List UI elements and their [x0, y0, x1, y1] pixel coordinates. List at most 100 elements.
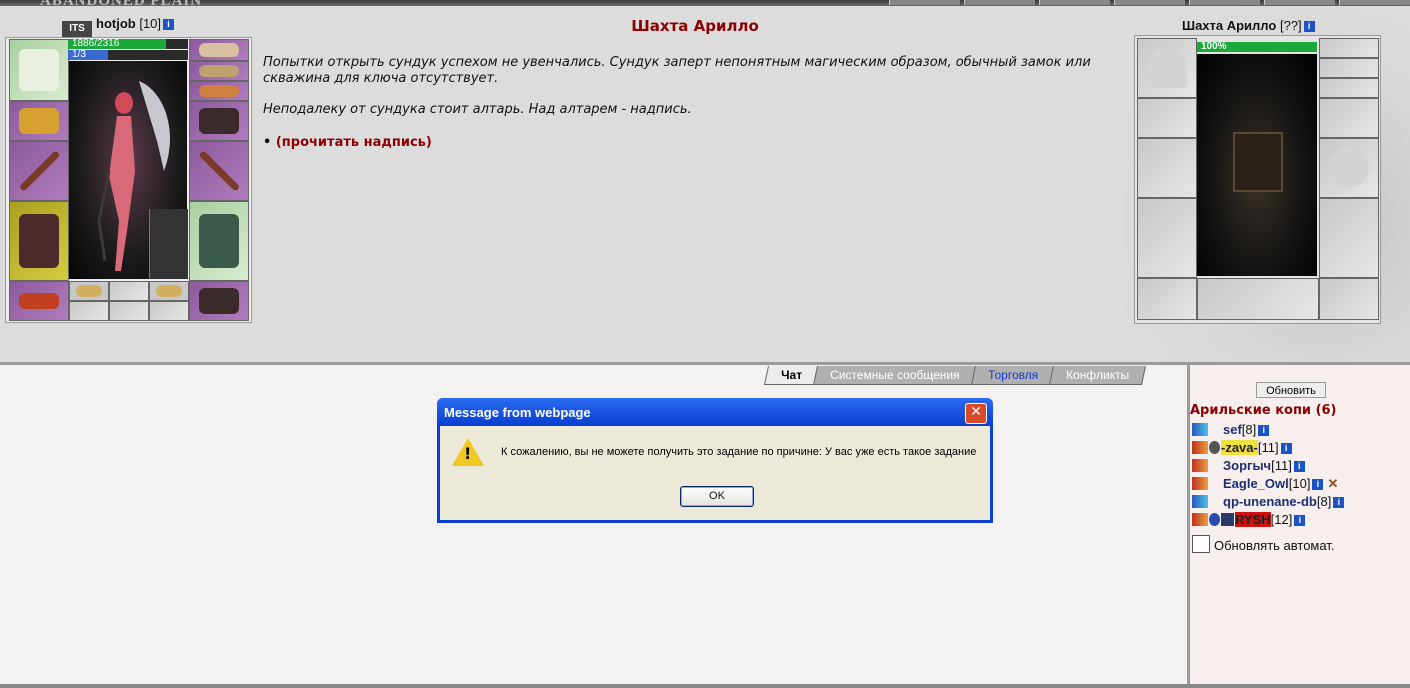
info-icon[interactable]: i: [1280, 443, 1292, 454]
enemy-amulet-slot: [1319, 58, 1379, 78]
action-label[interactable]: (прочитать надпись): [276, 135, 432, 150]
info-icon[interactable]: i: [1258, 425, 1270, 436]
tab-system-messages[interactable]: Системные сообщения: [812, 366, 977, 385]
tab-conflicts[interactable]: Конфликты: [1048, 366, 1146, 385]
crossed-swords-icon[interactable]: ✕: [1327, 476, 1338, 491]
arrow-icon: [1192, 459, 1208, 472]
rune-slot-1[interactable]: [69, 301, 109, 321]
ring-slot-3[interactable]: [149, 281, 189, 301]
player-link[interactable]: Зоргыч: [1223, 458, 1271, 473]
info-icon[interactable]: i: [1294, 515, 1306, 526]
player-name: ITS hotjob [10] i: [62, 16, 175, 37]
player-link[interactable]: Eagle_Owl: [1223, 476, 1289, 491]
bullet: •: [263, 135, 272, 150]
list-item[interactable]: sef[8] i: [1192, 422, 1344, 440]
auto-refresh-option[interactable]: Обновлять автомат.: [1192, 535, 1334, 553]
arrow-icon: [1192, 495, 1208, 508]
list-item[interactable]: qp-unenane-db[8] i: [1192, 494, 1345, 512]
player-level: [10]: [1288, 476, 1311, 491]
enemy-hp-bar: 100%: [1197, 41, 1317, 52]
pet-portrait[interactable]: [149, 209, 188, 279]
info-icon[interactable]: i: [1333, 497, 1345, 508]
bracelet-slot[interactable]: [9, 101, 69, 141]
amulet-slot[interactable]: [189, 61, 249, 81]
dialog-body: ! К сожалению, вы не можете получить это…: [440, 426, 990, 520]
list-item[interactable]: RYSH[12] i: [1192, 512, 1344, 530]
enemy-boots-slot: [1319, 278, 1379, 320]
tab-label: Чат: [781, 368, 803, 382]
boots-slot[interactable]: [189, 281, 249, 321]
enemy-weapon-slot: [1137, 138, 1197, 198]
auto-refresh-checkbox[interactable]: [1192, 535, 1210, 553]
tab-trade[interactable]: Торговля: [970, 366, 1055, 385]
room-title: Арильские копи (6): [1190, 403, 1337, 418]
ring-slot-1[interactable]: [69, 281, 109, 301]
helmet-slot[interactable]: [9, 39, 69, 101]
guild-icon: [1209, 441, 1220, 454]
earring-slot[interactable]: [189, 39, 249, 61]
rune-slot-3[interactable]: [149, 301, 189, 321]
player-level: [8]: [1316, 494, 1332, 509]
close-icon[interactable]: ✕: [965, 403, 987, 424]
read-inscription-link[interactable]: • (прочитать надпись): [263, 135, 432, 150]
ring-slot-2[interactable]: [109, 281, 149, 301]
clan-icon: ITS: [62, 21, 92, 37]
player-mp-bar: 1/3: [68, 49, 188, 60]
enemy-avatar: [1197, 54, 1317, 276]
armor-slot[interactable]: [9, 201, 69, 281]
info-icon[interactable]: i: [1303, 21, 1315, 32]
warning-icon: !: [452, 438, 484, 466]
tab-label: Торговля: [987, 368, 1038, 382]
status-icon: [1209, 513, 1220, 526]
player-link[interactable]: sef: [1223, 422, 1242, 437]
rune-slot-2[interactable]: [109, 301, 149, 321]
player-level: [10]: [139, 16, 162, 31]
player-level: [12]: [1270, 512, 1293, 527]
location-description: Попытки открыть сундук успехом не увенча…: [263, 55, 1123, 133]
player-nickname: hotjob: [96, 16, 136, 31]
refresh-button[interactable]: Обновить: [1256, 382, 1326, 398]
gloves-slot[interactable]: [189, 101, 249, 141]
player-level: [11]: [1257, 440, 1279, 455]
dialog-message: К сожалению, вы не можете получить это з…: [501, 446, 977, 458]
list-item[interactable]: Eagle_Owl[10] i ✕: [1192, 476, 1344, 494]
auto-refresh-label: Обновлять автомат.: [1214, 538, 1335, 553]
arrow-icon: [1192, 513, 1208, 526]
scroll-slots[interactable]: [189, 81, 249, 101]
ok-button[interactable]: OK: [680, 486, 754, 507]
player-link[interactable]: -zava-: [1221, 440, 1258, 455]
bottom-border: [0, 684, 1410, 688]
player-link[interactable]: qp-unenane-db: [1223, 494, 1317, 509]
enemy-nickname: Шахта Арилло: [1182, 18, 1277, 33]
tab-chat[interactable]: Чат: [763, 366, 820, 385]
pants-slot[interactable]: [189, 201, 249, 281]
list-item[interactable]: -zava-[11] i: [1192, 440, 1344, 458]
info-icon[interactable]: i: [1293, 461, 1305, 472]
info-icon[interactable]: i: [163, 19, 175, 30]
tab-label: Системные сообщения: [830, 368, 960, 382]
weapon-slot[interactable]: [9, 141, 69, 201]
enemy-shield-slot: [1319, 138, 1379, 198]
info-icon[interactable]: i: [1312, 479, 1324, 490]
offhand-slot[interactable]: [189, 141, 249, 201]
tab-label: Конфликты: [1065, 368, 1129, 382]
location-title: Шахта Арилло: [631, 17, 759, 35]
description-text-2: Неподалеку от сундука стоит алтарь. Над …: [263, 102, 692, 117]
enemy-gloves-slot: [1319, 98, 1379, 138]
list-item[interactable]: Зоргыч[11] i: [1192, 458, 1344, 476]
arrow-icon: [1192, 441, 1208, 454]
enemy-armor-slot: [1137, 198, 1197, 278]
description-text: Попытки открыть сундук успехом не увенча…: [263, 55, 1091, 86]
enemy-name: Шахта Арилло [??] i: [1182, 18, 1315, 33]
enemy-earring-slot: [1319, 38, 1379, 58]
belt-slot[interactable]: [9, 281, 69, 321]
warning-glyph: !: [464, 444, 472, 463]
dialog-title: Message from webpage: [444, 405, 591, 420]
top-navigation[interactable]: [889, 0, 1410, 5]
dialog-titlebar[interactable]: Message from webpage ✕: [437, 398, 993, 426]
player-link[interactable]: RYSH: [1235, 512, 1271, 527]
enemy-helmet-slot: [1137, 38, 1197, 98]
enemy-hp-text: 100%: [1201, 41, 1227, 52]
player-hp-text: 1886/2316: [72, 38, 120, 49]
enemy-bracelet-slot: [1137, 98, 1197, 138]
